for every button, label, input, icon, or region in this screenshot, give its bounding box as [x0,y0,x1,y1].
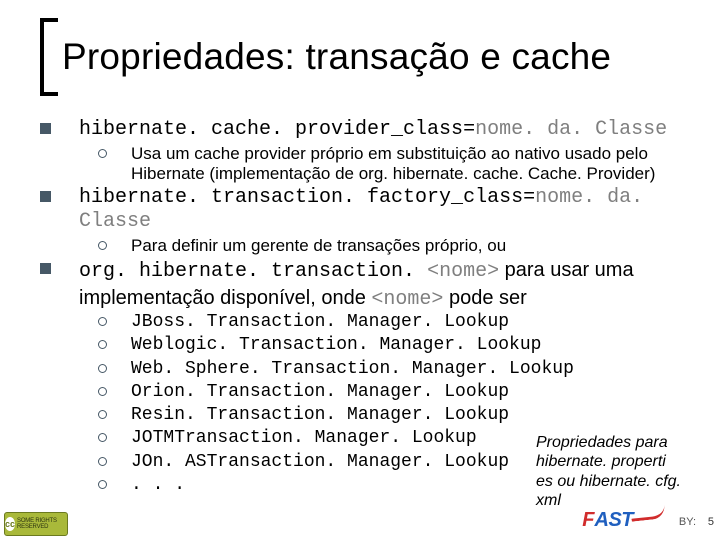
circle-bullet-icon [98,433,107,442]
manager-name: JBoss. Transaction. Manager. Lookup [131,312,509,333]
property-line: hibernate. cache. provider_class=nome. d… [79,118,667,142]
manager-name: Orion. Transaction. Manager. Lookup [131,382,509,403]
by-label: BY: [679,516,696,528]
bullet-item: org. hibernate. transaction. <nome> para… [40,258,695,284]
manager-name: JOTMTransaction. Manager. Lookup [131,428,477,449]
sub-bullet-item: Para definir um gerente de transações pr… [98,236,695,256]
sub-bullet-item: JBoss. Transaction. Manager. Lookup [98,312,695,333]
sub-bullet-item: Web. Sphere. Transaction. Manager. Looku… [98,359,695,380]
bullet-item: hibernate. cache. provider_class=nome. d… [40,118,695,142]
manager-name: Web. Sphere. Transaction. Manager. Looku… [131,359,574,380]
manager-name: . . . [131,475,185,496]
circle-bullet-icon [98,410,107,419]
sub-bullet-item: Orion. Transaction. Manager. Lookup [98,382,695,403]
circle-bullet-icon [98,241,107,250]
property-param: <nome> [371,288,443,311]
cc-logo-icon: cc [5,517,15,531]
sub-bullet-text: Para definir um gerente de transações pr… [131,236,506,256]
square-bullet-icon [40,123,51,134]
circle-bullet-icon [98,149,107,158]
slide: Propriedades: transação e cache hibernat… [0,0,720,540]
slide-title: Propriedades: transação e cache [62,38,611,77]
bullet-item: hibernate. transaction. factory_class=no… [40,186,695,234]
manager-name: Weblogic. Transaction. Manager. Lookup [131,335,541,356]
property-key: org. hibernate. transaction. [79,260,427,283]
sub-bullet-item: Weblogic. Transaction. Manager. Lookup [98,335,695,356]
circle-bullet-icon [98,457,107,466]
fast-logo-red: F [582,509,594,532]
property-line: hibernate. transaction. factory_class=no… [79,186,695,234]
circle-bullet-icon [98,387,107,396]
circle-bullet-icon [98,480,107,489]
callout-note: Propriedades para hibernate. properti es… [536,433,686,510]
square-bullet-icon [40,191,51,202]
manager-name: JOn. ASTransaction. Manager. Lookup [131,452,509,473]
circle-bullet-icon [98,340,107,349]
page-number: 5 [708,516,714,528]
cc-license-badge: cc SOME RIGHTS RESERVED [4,512,68,536]
square-bullet-icon [40,263,51,274]
property-text: pode ser [443,287,526,309]
property-key: hibernate. transaction. factory_class= [79,186,535,209]
fast-logo: F AST [582,509,665,532]
property-value: nome. da. Classe [475,118,667,141]
title-bracket-icon [40,18,58,96]
property-text: para usar uma [499,259,634,281]
property-text: implementação disponível, onde [79,287,371,309]
title-area: Propriedades: transação e cache [40,18,700,96]
circle-bullet-icon [98,317,107,326]
sub-bullet-item: Resin. Transaction. Manager. Lookup [98,405,695,426]
fast-logo-blue: AST [595,509,634,532]
cc-text: SOME RIGHTS RESERVED [17,518,67,530]
property-line: org. hibernate. transaction. <nome> para… [79,258,634,284]
manager-name: Resin. Transaction. Manager. Lookup [131,405,509,426]
continuation-line: implementação disponível, onde <nome> po… [79,286,695,312]
swoosh-icon [630,505,665,521]
sub-bullet-text: Usa um cache provider próprio em substit… [131,144,695,184]
property-key: hibernate. cache. provider_class= [79,118,475,141]
sub-bullet-item: Usa um cache provider próprio em substit… [98,144,695,184]
property-param: <nome> [427,260,499,283]
circle-bullet-icon [98,364,107,373]
